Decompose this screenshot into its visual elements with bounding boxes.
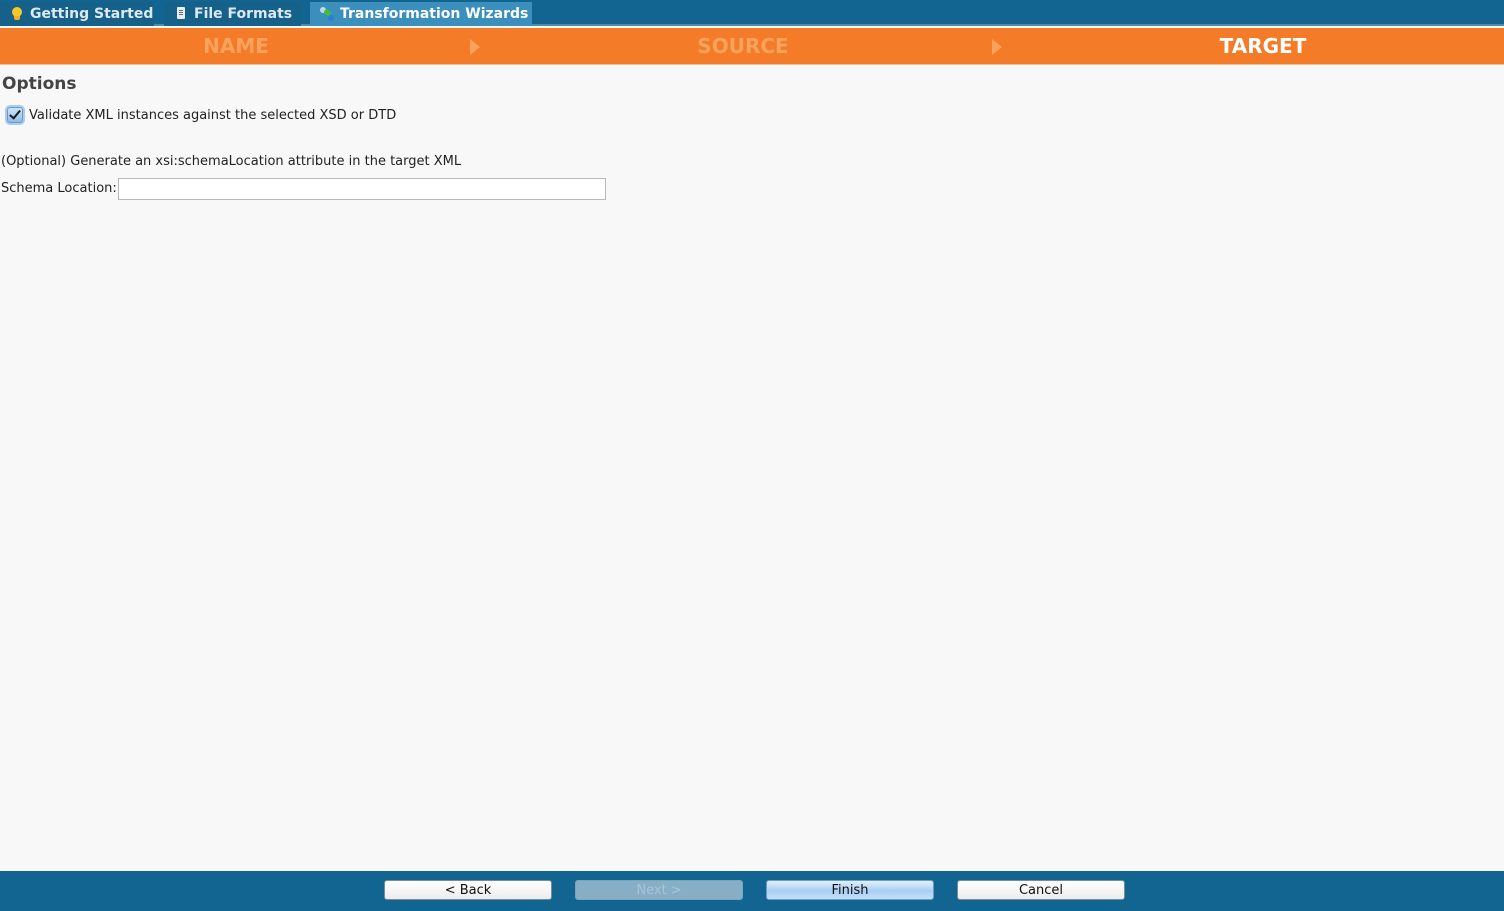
wizard-icon xyxy=(320,6,334,22)
step-source: SOURCE xyxy=(697,34,789,58)
tab-getting-started[interactable]: Getting Started xyxy=(0,2,154,26)
tab-label: File Formats xyxy=(194,6,293,22)
finish-button[interactable]: Finish xyxy=(766,880,934,900)
schema-location-hint: (Optional) Generate an xsi:schemaLocatio… xyxy=(1,154,462,169)
validate-checkbox-label: Validate XML instances against the selec… xyxy=(29,107,397,123)
tab-label: Getting Started xyxy=(30,6,154,22)
validate-checkbox[interactable] xyxy=(7,107,23,123)
tab-file-formats[interactable]: File Formats xyxy=(164,2,301,26)
back-button[interactable]: < Back xyxy=(384,880,552,900)
wizard-steps: NAME SOURCE TARGET xyxy=(0,28,1504,65)
document-icon xyxy=(174,6,188,22)
step-name: NAME xyxy=(203,34,269,58)
step-target: TARGET xyxy=(1219,34,1307,58)
lightbulb-icon xyxy=(10,6,24,22)
step-arrow-icon xyxy=(470,39,480,55)
schema-location-input[interactable] xyxy=(118,178,606,200)
validate-option[interactable]: Validate XML instances against the selec… xyxy=(7,107,396,123)
tab-transformation-wizards[interactable]: Transformation Wizards xyxy=(310,2,532,26)
cancel-button[interactable]: Cancel xyxy=(957,880,1125,900)
step-arrow-icon xyxy=(992,39,1002,55)
next-button[interactable]: Next > xyxy=(575,880,743,900)
wizard-footer: < Back Next > Finish Cancel xyxy=(0,871,1504,911)
tab-bar: Getting Started File Formats Transformat… xyxy=(0,0,1504,26)
schema-location-label: Schema Location: xyxy=(1,181,117,196)
options-title: Options xyxy=(2,74,77,94)
tab-label: Transformation Wizards xyxy=(340,6,529,22)
